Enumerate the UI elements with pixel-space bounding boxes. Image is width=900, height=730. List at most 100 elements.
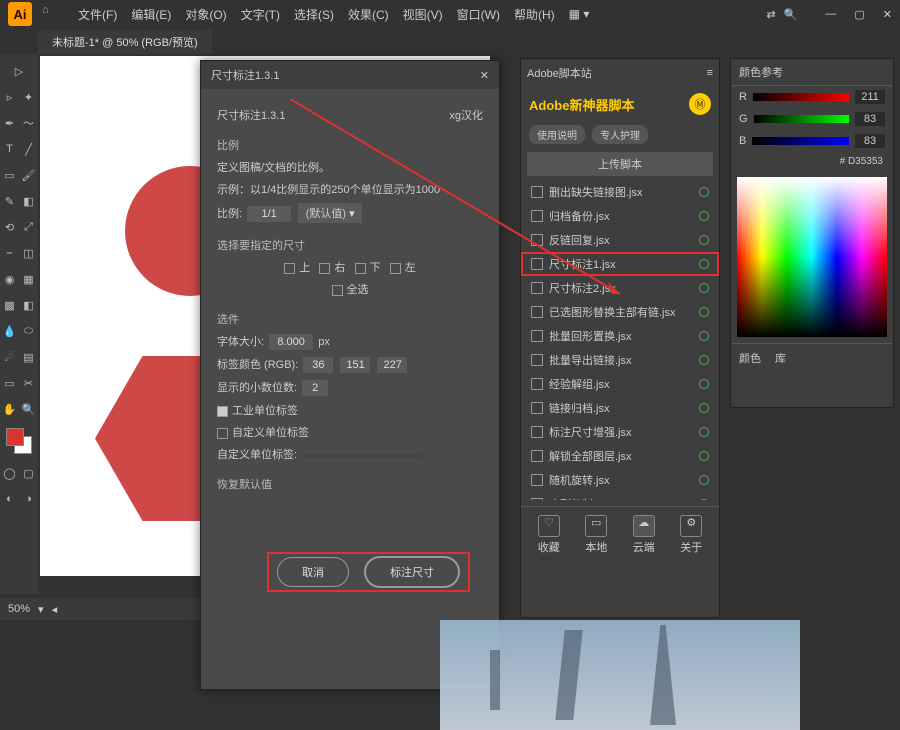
direct-select-tool[interactable]: ▹: [0, 84, 19, 110]
ratio-input[interactable]: 1/1: [247, 206, 291, 222]
script-item[interactable]: 经验解组.jsx: [521, 372, 719, 396]
line-tool[interactable]: ╱: [19, 136, 38, 162]
b-slider[interactable]: [752, 137, 849, 145]
tab-favorite[interactable]: ♡收藏: [538, 515, 560, 555]
width-tool[interactable]: ⎯: [0, 240, 19, 266]
script-item[interactable]: 删出缺失链接图.jsx: [521, 180, 719, 204]
hex-value[interactable]: # D35353: [731, 152, 893, 171]
eraser-tool[interactable]: ◧: [19, 188, 38, 214]
menu-view[interactable]: 视图(V): [397, 2, 449, 27]
download-icon[interactable]: [699, 355, 709, 365]
pill-guide[interactable]: 使用说明: [529, 125, 585, 144]
decimals-input[interactable]: 2: [302, 380, 328, 396]
mode-icon-b[interactable]: ◑: [19, 486, 38, 512]
ratio-default-select[interactable]: (默认值) ▾: [298, 203, 362, 223]
perspective-tool[interactable]: ▦: [19, 266, 38, 292]
maximize-icon[interactable]: ▢: [854, 8, 864, 21]
dialog-close-icon[interactable]: ✕: [480, 69, 489, 82]
r-slider[interactable]: [753, 93, 849, 101]
download-icon[interactable]: [699, 259, 709, 269]
hand-tool[interactable]: ✋: [0, 396, 19, 422]
download-icon[interactable]: [699, 499, 709, 500]
slice-tool[interactable]: ✂: [19, 370, 38, 396]
script-item[interactable]: 尺寸标注2.jsx: [521, 276, 719, 300]
cancel-button[interactable]: 取消: [277, 557, 349, 587]
download-icon[interactable]: [699, 307, 709, 317]
download-icon[interactable]: [699, 427, 709, 437]
download-icon[interactable]: [699, 403, 709, 413]
menu-window[interactable]: 窗口(W): [451, 2, 506, 27]
script-item[interactable]: 随机旋转.jsx: [521, 468, 719, 492]
color-g-input[interactable]: 151: [340, 357, 370, 373]
download-icon[interactable]: [699, 235, 709, 245]
script-item[interactable]: 尺寸标注1.jsx: [521, 252, 719, 276]
scale-tool[interactable]: ⤢: [19, 214, 38, 240]
brush-tool[interactable]: 🖌: [19, 162, 38, 188]
artboard-tool[interactable]: ▭: [0, 370, 19, 396]
curvature-tool[interactable]: 〜: [19, 110, 38, 136]
rect-tool[interactable]: ▭: [0, 162, 19, 188]
chk-left[interactable]: [390, 263, 401, 274]
chk-industrial[interactable]: [217, 406, 228, 417]
selection-tool[interactable]: ▷: [0, 58, 38, 84]
download-icon[interactable]: [699, 379, 709, 389]
menu-select[interactable]: 选择(S): [288, 2, 340, 27]
ok-button[interactable]: 标注尺寸: [364, 556, 460, 588]
tab-about[interactable]: ⚙关于: [680, 515, 702, 555]
home-icon[interactable]: ⌂: [42, 4, 62, 24]
document-tab[interactable]: 未标题-1* @ 50% (RGB/预览): [38, 30, 212, 54]
chk-top[interactable]: [284, 263, 295, 274]
screen-mode-icon[interactable]: ▢: [19, 460, 38, 486]
chk-all[interactable]: [332, 285, 343, 296]
color-spectrum[interactable]: [737, 177, 887, 337]
pen-tool[interactable]: ✒: [0, 110, 19, 136]
download-icon[interactable]: [699, 451, 709, 461]
rotate-tool[interactable]: ⟲: [0, 214, 19, 240]
script-item[interactable]: 归档备份.jsx: [521, 204, 719, 228]
swatch-tab-library[interactable]: 库: [775, 350, 786, 366]
color-b-input[interactable]: 227: [377, 357, 407, 373]
chk-custom-unit[interactable]: [217, 428, 228, 439]
blend-tool[interactable]: ⬭: [19, 318, 38, 344]
panel-menu-icon[interactable]: ≡: [707, 67, 713, 79]
menu-arrange-icon[interactable]: ▦ ▾: [563, 3, 596, 25]
type-tool[interactable]: T: [0, 136, 19, 162]
menu-help[interactable]: 帮助(H): [508, 2, 561, 27]
menu-file[interactable]: 文件(F): [72, 2, 123, 27]
color-swatch[interactable]: [6, 428, 32, 454]
zoom-value[interactable]: 50%: [8, 603, 30, 615]
script-item[interactable]: 批量导出链接.jsx: [521, 348, 719, 372]
custom-unit-input[interactable]: [302, 454, 422, 458]
font-size-input[interactable]: 8.000: [269, 334, 313, 350]
minimize-icon[interactable]: —: [825, 8, 836, 21]
download-icon[interactable]: [699, 211, 709, 221]
b-value[interactable]: 83: [855, 134, 885, 148]
graph-tool[interactable]: ▤: [19, 344, 38, 370]
tab-local[interactable]: ▭本地: [585, 515, 607, 555]
script-item[interactable]: 标注尺寸增强.jsx: [521, 420, 719, 444]
download-icon[interactable]: [699, 283, 709, 293]
shape-builder-tool[interactable]: ◉: [0, 266, 19, 292]
script-item[interactable]: 已选图形替换主部有链.jsx: [521, 300, 719, 324]
zoom-tool[interactable]: 🔍: [19, 396, 38, 422]
mode-icon-a[interactable]: ◐: [0, 486, 19, 512]
script-item[interactable]: 反链回复.jsx: [521, 228, 719, 252]
g-slider[interactable]: [754, 115, 849, 123]
pill-support[interactable]: 专人护理: [592, 125, 648, 144]
download-icon[interactable]: [699, 331, 709, 341]
nav-prev-icon[interactable]: ◂: [52, 603, 58, 616]
chk-right[interactable]: [319, 263, 330, 274]
magic-wand-tool[interactable]: ✦: [19, 84, 38, 110]
download-icon[interactable]: [699, 187, 709, 197]
gradient-tool[interactable]: ◧: [19, 292, 38, 318]
script-item[interactable]: 批量回形置换.jsx: [521, 324, 719, 348]
close-icon[interactable]: ✕: [883, 8, 892, 21]
download-icon[interactable]: [699, 475, 709, 485]
menu-object[interactable]: 对象(O): [179, 2, 232, 27]
menu-type[interactable]: 文字(T): [235, 2, 286, 27]
symbol-tool[interactable]: ☄: [0, 344, 19, 370]
menu-effect[interactable]: 效果(C): [342, 2, 395, 27]
shaper-tool[interactable]: ✎: [0, 188, 19, 214]
tab-cloud[interactable]: ☁云端: [633, 515, 655, 555]
eyedropper-tool[interactable]: 💧: [0, 318, 19, 344]
